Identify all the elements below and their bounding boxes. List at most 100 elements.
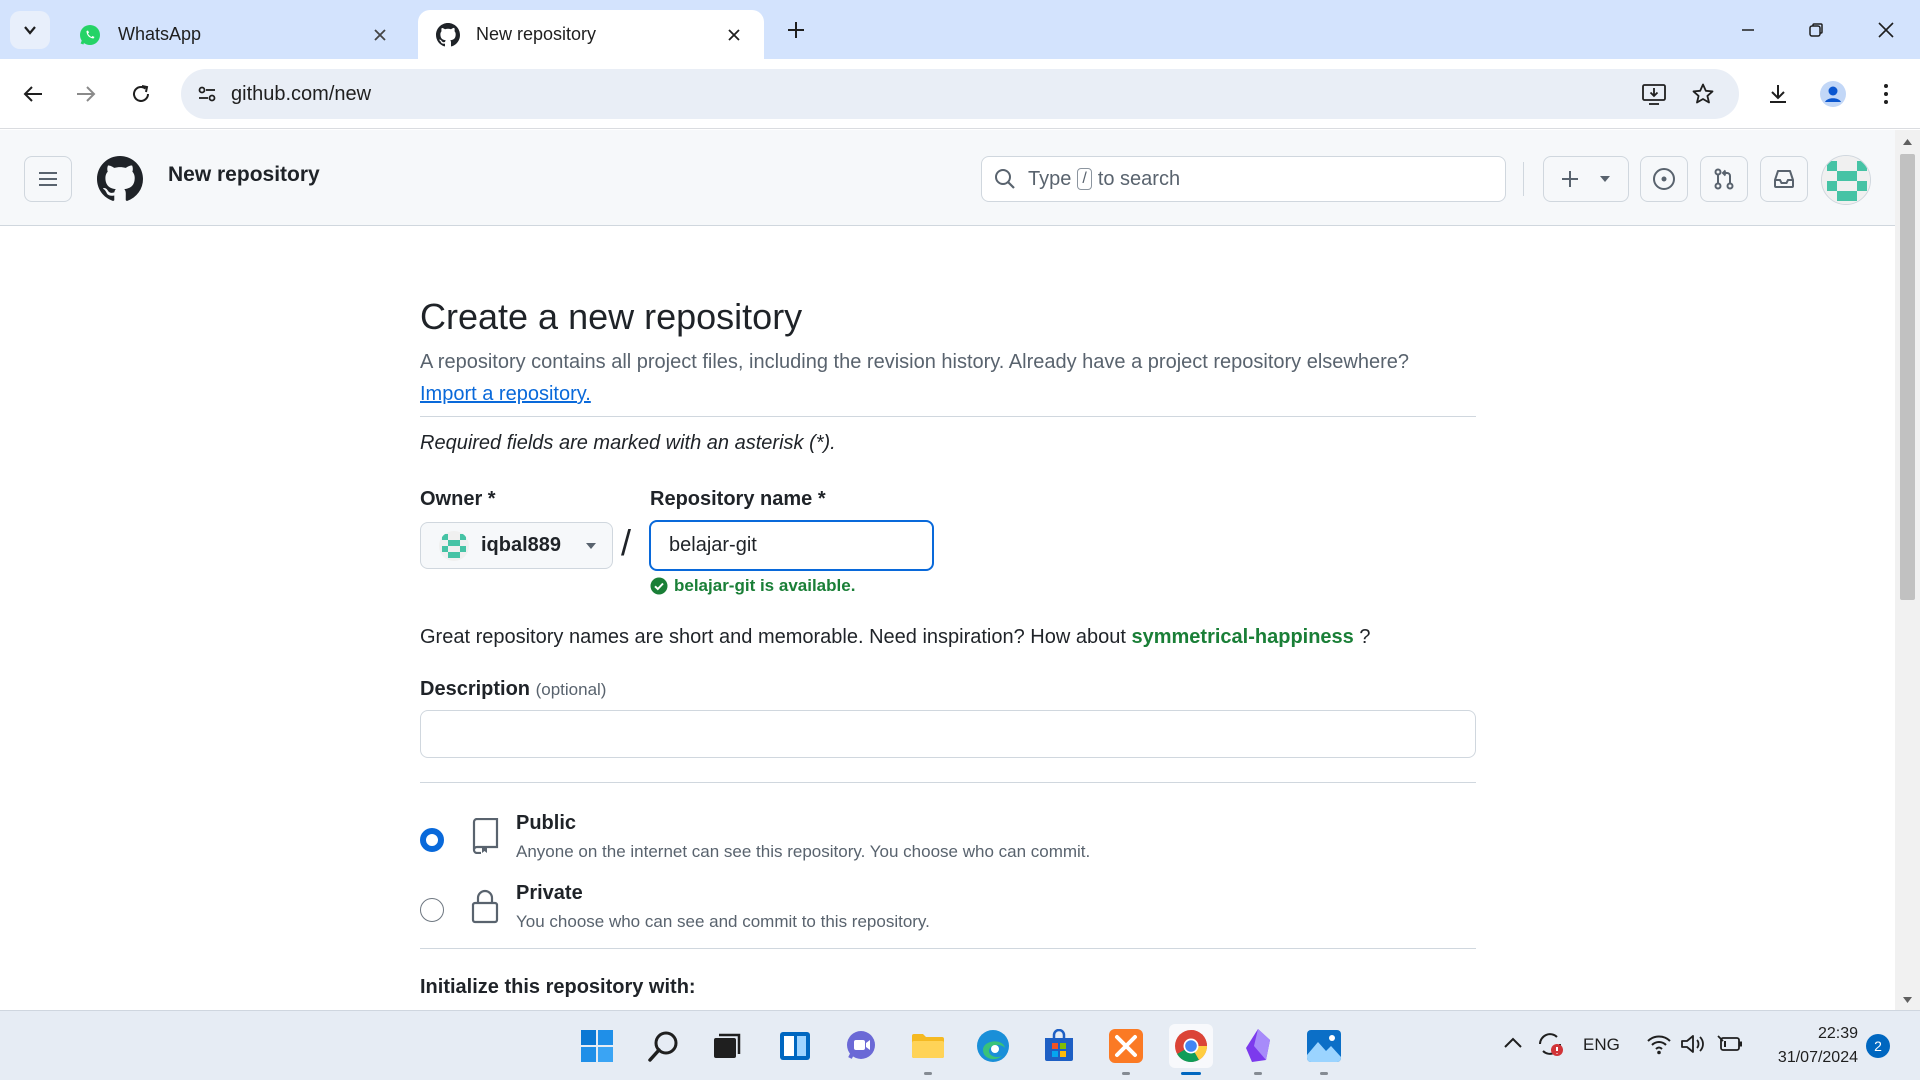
close-tab-icon[interactable]	[368, 23, 392, 47]
optional-tag: (optional)	[535, 680, 607, 699]
photos-button[interactable]	[1302, 1024, 1346, 1075]
import-repository-link[interactable]: Import a repository.	[420, 383, 591, 405]
page-title[interactable]: New repository	[168, 163, 320, 187]
initialize-label: Initialize this repository with:	[420, 976, 696, 998]
public-radio[interactable]	[420, 828, 444, 852]
clock-time: 22:39	[1817, 1025, 1858, 1042]
photos-icon	[1307, 1030, 1341, 1062]
file-explorer-button[interactable]	[906, 1024, 950, 1075]
inbox-button[interactable]	[1760, 156, 1808, 202]
bookmark-star-icon[interactable]	[1691, 82, 1715, 106]
obsidian-icon	[1246, 1029, 1270, 1062]
suggested-name-link[interactable]: symmetrical-happiness	[1131, 626, 1353, 648]
tab-new-repository[interactable]: New repository	[418, 10, 764, 59]
restore-icon	[1809, 23, 1823, 37]
repository-name-label: Repository name *	[650, 488, 826, 510]
form-heading: Create a new repository	[420, 296, 803, 337]
xampp-button[interactable]	[1104, 1024, 1148, 1075]
issues-button[interactable]	[1640, 156, 1688, 202]
task-view-button[interactable]	[705, 1024, 749, 1068]
name-inspiration: Great repository names are short and mem…	[420, 626, 1371, 649]
repository-name-input[interactable]	[649, 520, 934, 571]
task-view-icon	[714, 1033, 741, 1058]
install-app-icon[interactable]	[1641, 82, 1667, 106]
scrollbar-thumb[interactable]	[1900, 154, 1915, 600]
owner-value: iqbal889	[481, 534, 562, 556]
visibility-description: You choose who can see and commit to thi…	[516, 912, 930, 931]
running-indicator	[1320, 1072, 1328, 1075]
inspiration-text: Great repository names are short and mem…	[420, 626, 1126, 648]
visibility-option-public[interactable]: Public Anyone on the internet can see th…	[420, 812, 1476, 872]
download-icon	[1770, 85, 1786, 103]
volume-icon[interactable]	[1680, 1033, 1706, 1055]
arrow-right-icon	[77, 86, 96, 102]
close-icon	[1878, 22, 1894, 38]
notification-badge[interactable]: 2	[1866, 1034, 1890, 1058]
scroll-up-arrow-icon[interactable]	[1895, 134, 1920, 150]
browser-tab-strip: WhatsApp New repository	[0, 0, 1920, 59]
caret-down-icon	[1600, 176, 1610, 182]
widgets-button[interactable]	[773, 1024, 817, 1068]
section-divider	[420, 948, 1476, 949]
back-button[interactable]	[13, 74, 53, 114]
visibility-title: Public	[516, 812, 577, 834]
sync-status-icon[interactable]	[1536, 1030, 1566, 1058]
open-global-nav-button[interactable]	[24, 156, 72, 202]
private-radio[interactable]	[420, 898, 444, 922]
chevron-up-icon	[1504, 1037, 1522, 1048]
page-scrollbar[interactable]	[1895, 130, 1920, 1010]
description-input[interactable]	[420, 710, 1476, 758]
restore-button[interactable]	[1792, 12, 1840, 48]
chevron-down-icon	[24, 26, 36, 35]
chrome-icon	[1175, 1030, 1207, 1063]
downloads-button[interactable]	[1758, 74, 1798, 114]
url-text[interactable]: github.com/new	[231, 83, 371, 106]
widgets-icon	[780, 1032, 810, 1060]
edge-button[interactable]	[971, 1024, 1015, 1068]
owner-avatar	[439, 530, 469, 561]
inspiration-end: ?	[1359, 626, 1371, 648]
site-settings-icon[interactable]	[195, 82, 219, 106]
profile-button[interactable]	[1813, 74, 1853, 114]
tab-search-button[interactable]	[10, 11, 50, 49]
close-tab-icon[interactable]	[722, 23, 746, 47]
wifi-icon[interactable]	[1646, 1033, 1672, 1055]
section-divider	[420, 782, 1476, 783]
hamburger-icon	[39, 172, 57, 186]
folder-icon	[912, 1034, 944, 1058]
taskbar-search-button[interactable]	[642, 1024, 686, 1068]
github-logo-icon[interactable]	[97, 156, 143, 202]
system-clock[interactable]: 22:39 31/07/2024	[1762, 1022, 1858, 1070]
user-avatar[interactable]	[1821, 155, 1871, 205]
minimize-button[interactable]	[1724, 12, 1772, 48]
scroll-down-arrow-icon[interactable]	[1895, 992, 1920, 1008]
owner-dropdown[interactable]: iqbal889	[420, 522, 613, 569]
new-tab-button[interactable]	[780, 14, 812, 46]
obsidian-button[interactable]	[1236, 1024, 1280, 1075]
subtitle-text: A repository contains all project files,…	[420, 351, 1410, 373]
battery-icon[interactable]	[1716, 1033, 1744, 1055]
visibility-description: Anyone on the internet can see this repo…	[516, 842, 1091, 861]
show-hidden-icons-button[interactable]	[1503, 1036, 1523, 1050]
chat-button[interactable]	[839, 1024, 883, 1068]
address-bar[interactable]: github.com/new	[181, 69, 1739, 119]
profile-icon	[1820, 81, 1846, 107]
start-button[interactable]	[575, 1024, 619, 1068]
search-suffix-text: to search	[1097, 167, 1181, 190]
create-new-button[interactable]	[1543, 156, 1629, 202]
forward-button[interactable]	[66, 74, 106, 114]
chrome-button[interactable]	[1169, 1024, 1213, 1075]
search-input[interactable]: Type / to search	[981, 156, 1506, 202]
browser-menu-button[interactable]	[1866, 74, 1906, 114]
reload-button[interactable]	[121, 74, 161, 114]
windows-logo-icon	[581, 1030, 613, 1062]
pull-requests-button[interactable]	[1700, 156, 1748, 202]
language-indicator[interactable]: ENG	[1583, 1035, 1620, 1055]
visibility-option-private[interactable]: Private You choose who can see and commi…	[420, 882, 1476, 942]
windows-taskbar: ENG 22:39 31/07/2024 2	[0, 1010, 1920, 1080]
tab-whatsapp[interactable]: WhatsApp	[60, 10, 410, 59]
lock-icon	[470, 888, 500, 924]
owner-repo-separator: /	[621, 522, 632, 563]
store-button[interactable]	[1037, 1024, 1081, 1068]
close-window-button[interactable]	[1862, 12, 1910, 48]
